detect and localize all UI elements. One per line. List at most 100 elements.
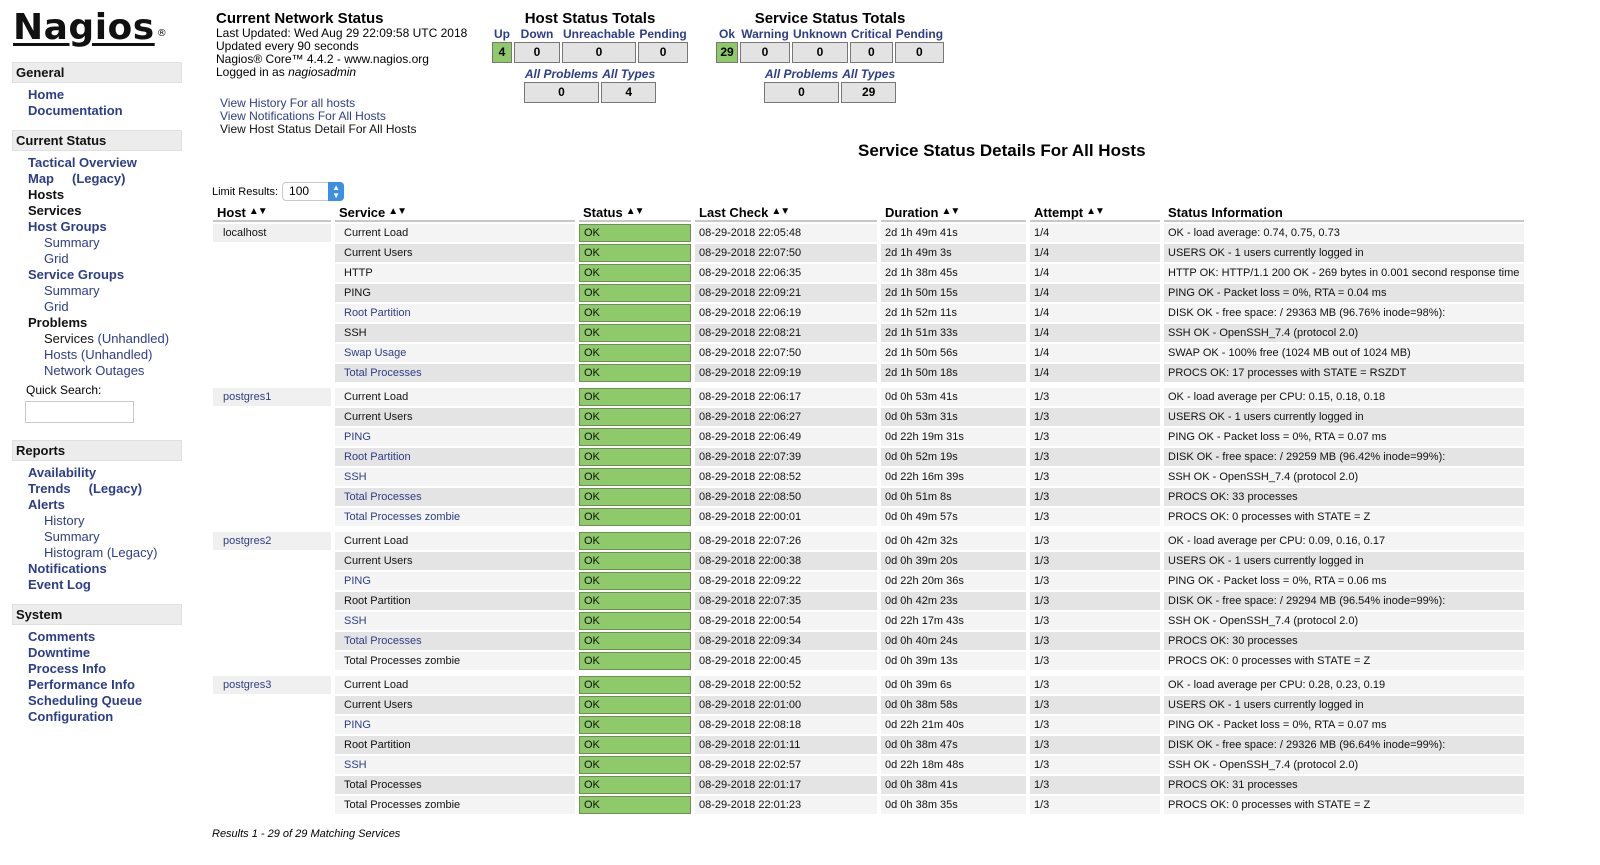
nav-link-configuration[interactable]: Configuration <box>28 709 113 724</box>
service-name[interactable]: Current Users <box>335 408 575 426</box>
nav-item-event-log[interactable]: Event Log <box>12 577 182 593</box>
nav-link-summary[interactable]: Summary <box>44 529 100 544</box>
service-name-text[interactable]: Root Partition <box>344 739 411 751</box>
nav-link-services[interactable]: Services <box>44 331 94 346</box>
service-name[interactable]: SSH <box>335 612 575 630</box>
service-count-unknown[interactable]: 0 <box>792 42 848 63</box>
service-name-text[interactable]: Total Processes <box>344 367 422 379</box>
nav-item-services[interactable]: Services <box>12 203 182 219</box>
host-header-all-problems[interactable]: All Problems <box>524 67 599 82</box>
service-name-text[interactable]: HTTP <box>344 267 373 279</box>
nav-item-summary[interactable]: Summary <box>12 283 182 299</box>
service-header-all-types[interactable]: All Types <box>841 67 896 82</box>
nav-item-hosts[interactable]: Hosts (Unhandled) <box>12 347 182 363</box>
service-header-pending[interactable]: Pending <box>895 27 944 42</box>
nav-link-availability[interactable]: Availability <box>28 465 96 480</box>
nagios-logo[interactable]: Nagios ® <box>13 8 167 48</box>
host-header-down[interactable]: Down <box>514 27 560 42</box>
host-header-pending[interactable]: Pending <box>638 27 688 42</box>
host-header-unreachable[interactable]: Unreachable <box>562 27 636 42</box>
service-name-text[interactable]: Current Users <box>344 699 412 711</box>
service-name[interactable]: Total Processes <box>335 364 575 382</box>
host-name[interactable]: postgres1 <box>213 388 331 406</box>
service-name-text[interactable]: Current Users <box>344 247 412 259</box>
service-name-text[interactable]: Root Partition <box>344 451 411 463</box>
host-header-up[interactable]: Up <box>492 27 512 42</box>
view-host-status-detail-link[interactable]: View Host Status Detail For All Hosts <box>216 123 467 136</box>
limit-results-select[interactable]: 100 ▲ ▼ <box>282 182 345 201</box>
nav-link-event-log[interactable]: Event Log <box>28 577 91 592</box>
nav-item-downtime[interactable]: Downtime <box>12 645 182 661</box>
nav-item-services[interactable]: Services (Unhandled) <box>12 331 182 347</box>
service-count-ok[interactable]: 29 <box>716 42 738 63</box>
nav-link-alerts[interactable]: Alerts <box>28 497 65 512</box>
service-name[interactable]: Current Load <box>335 532 575 550</box>
service-name-text[interactable]: Total Processes <box>344 635 422 647</box>
nav-link-services[interactable]: Services <box>28 203 82 218</box>
service-name[interactable]: Current Users <box>335 696 575 714</box>
nav-suffix-legacy[interactable]: (Legacy) <box>72 171 125 186</box>
sort-arrows-icon[interactable]: ▲▼ <box>941 206 960 217</box>
service-name-text[interactable]: Current Load <box>344 391 408 403</box>
service-header-all-problems[interactable]: All Problems <box>764 67 839 82</box>
service-name-text[interactable]: Current Load <box>344 535 408 547</box>
nav-item-notifications[interactable]: Notifications <box>12 561 182 577</box>
nav-item-grid[interactable]: Grid <box>12 299 182 315</box>
nav-item-configuration[interactable]: Configuration <box>12 709 182 725</box>
nav-link-history[interactable]: History <box>44 513 84 528</box>
service-name[interactable]: HTTP <box>335 264 575 282</box>
nav-link-service-groups[interactable]: Service Groups <box>28 267 124 282</box>
service-name[interactable]: Current Load <box>335 224 575 242</box>
service-name[interactable]: Current Load <box>335 676 575 694</box>
nav-item-process-info[interactable]: Process Info <box>12 661 182 677</box>
host-name[interactable]: postgres3 <box>213 676 331 694</box>
service-name[interactable]: Root Partition <box>335 592 575 610</box>
nav-suffix-unhandled[interactable]: (Unhandled) <box>97 331 169 346</box>
service-count-critical[interactable]: 0 <box>850 42 893 63</box>
nav-link-comments[interactable]: Comments <box>28 629 95 644</box>
service-name-text[interactable]: SSH <box>344 759 367 771</box>
sort-arrows-icon[interactable]: ▲▼ <box>1086 206 1105 217</box>
service-name[interactable]: SSH <box>335 468 575 486</box>
nav-link-problems[interactable]: Problems <box>28 315 87 330</box>
nav-item-service-groups[interactable]: Service Groups <box>12 267 182 283</box>
service-header-warning[interactable]: Warning <box>740 27 790 42</box>
service-name[interactable]: Current Load <box>335 388 575 406</box>
service-name-text[interactable]: PING <box>344 431 371 443</box>
service-name[interactable]: Root Partition <box>335 448 575 466</box>
nav-link-hosts[interactable]: Hosts <box>28 187 64 202</box>
nav-item-summary[interactable]: Summary <box>12 529 182 545</box>
host-name-text[interactable]: localhost <box>223 227 266 239</box>
service-count-pending[interactable]: 0 <box>894 42 945 63</box>
service-header-unknown[interactable]: Unknown <box>792 27 848 42</box>
host-count-down[interactable]: 0 <box>514 42 560 63</box>
nav-item-network-outages[interactable]: Network Outages <box>12 363 182 379</box>
service-name-text[interactable]: Current Users <box>344 555 412 567</box>
service-name-text[interactable]: Current Load <box>344 679 408 691</box>
host-name[interactable]: postgres2 <box>213 532 331 550</box>
service-name-text[interactable]: Total Processes zombie <box>344 799 460 811</box>
nav-item-performance-info[interactable]: Performance Info <box>12 677 182 693</box>
nav-item-tactical-overview[interactable]: Tactical Overview <box>12 155 182 171</box>
service-name[interactable]: Root Partition <box>335 736 575 754</box>
service-name-text[interactable]: Swap Usage <box>344 347 406 359</box>
nav-link-downtime[interactable]: Downtime <box>28 645 90 660</box>
nav-link-process-info[interactable]: Process Info <box>28 661 106 676</box>
host-name-text[interactable]: postgres3 <box>223 679 271 691</box>
service-name-text[interactable]: SSH <box>344 615 367 627</box>
service-name-text[interactable]: Total Processes zombie <box>344 511 460 523</box>
service-name[interactable]: SSH <box>335 756 575 774</box>
service-name[interactable]: PING <box>335 716 575 734</box>
nav-link-histogram-legacy[interactable]: Histogram (Legacy) <box>44 545 157 560</box>
nav-item-summary[interactable]: Summary <box>12 235 182 251</box>
nav-suffix-legacy[interactable]: (Legacy) <box>89 481 142 496</box>
nav-item-problems[interactable]: Problems <box>12 315 182 331</box>
sort-arrows-icon[interactable]: ▲▼ <box>626 206 645 217</box>
nav-link-grid[interactable]: Grid <box>44 299 69 314</box>
nav-link-grid[interactable]: Grid <box>44 251 69 266</box>
service-count-all-types[interactable]: 29 <box>841 82 897 103</box>
nav-link-notifications[interactable]: Notifications <box>28 561 107 576</box>
service-header-ok[interactable]: Ok <box>716 27 738 42</box>
nav-item-comments[interactable]: Comments <box>12 629 182 645</box>
service-name-text[interactable]: Total Processes zombie <box>344 655 460 667</box>
